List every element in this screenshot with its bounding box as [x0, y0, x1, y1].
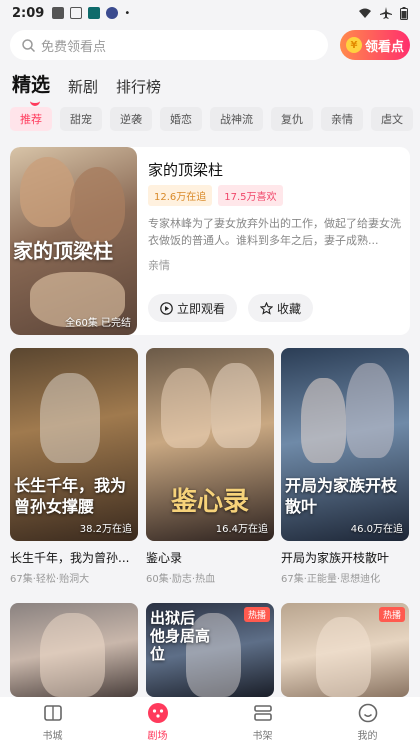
- drama-card[interactable]: 鉴心录 16.4万在追 鉴心录 60集·励志·热血: [146, 348, 274, 585]
- following-count: 46.0万在追: [350, 524, 403, 535]
- drama-meta: 67集·轻松·贻洞大: [10, 574, 90, 585]
- status-bar: 2:09 •: [0, 0, 420, 26]
- following-count-tag: 12.6万在追: [148, 185, 213, 206]
- chip-comeback[interactable]: 逆袭: [110, 107, 152, 131]
- collect-label: 收藏: [277, 301, 302, 316]
- nav-theater[interactable]: 剧场: [105, 697, 210, 747]
- app-icon-2: [106, 7, 119, 19]
- tab-featured[interactable]: 精选: [12, 70, 50, 106]
- poster-figure: [316, 617, 371, 697]
- poster-figure: [40, 373, 100, 463]
- drama-meta: 67集·正能量·思想迪化: [281, 574, 381, 585]
- airplane-icon: [380, 7, 392, 19]
- smile-icon: [357, 702, 379, 724]
- drama-card[interactable]: [10, 603, 138, 697]
- drama-genre: 亲情: [148, 259, 170, 272]
- search-input[interactable]: 免费领看点: [10, 30, 328, 60]
- star-icon: [260, 301, 273, 315]
- get-points-button[interactable]: ¥ 领看点: [340, 30, 410, 60]
- featured-poster[interactable]: 家的顶梁柱 全60集 已完结: [10, 147, 137, 335]
- watch-now-button[interactable]: 立即观看: [148, 294, 238, 322]
- nav-profile[interactable]: 我的: [315, 697, 420, 747]
- coin-icon: ¥: [345, 37, 362, 53]
- tab-new[interactable]: 新剧: [68, 76, 98, 97]
- following-count: 38.2万在追: [79, 524, 132, 535]
- chip-war-god[interactable]: 战神流: [210, 107, 263, 131]
- drama-poster[interactable]: 出狱后 他身居高位 热播: [146, 603, 274, 697]
- dot-icon: •: [124, 7, 131, 19]
- drama-poster[interactable]: 鉴心录 16.4万在追: [146, 348, 274, 541]
- likes-count-tag: 17.5万喜欢: [218, 185, 283, 206]
- chip-sweet[interactable]: 甜宠: [60, 107, 102, 131]
- chip-family[interactable]: 亲情: [321, 107, 363, 131]
- collect-button[interactable]: 收藏: [248, 294, 314, 322]
- nav-bookshelf[interactable]: 书架: [210, 697, 315, 747]
- drama-description: 专家林峰为了妻女放弃外出的工作，做起了给妻女洗衣做饭的普通人。谁料到多年之后，妻…: [148, 217, 401, 247]
- search-icon: [22, 38, 35, 52]
- play-icon: [160, 301, 173, 315]
- drama-poster[interactable]: 开局为家族开枝散叶 46.0万在追: [281, 348, 409, 541]
- bottom-navigation: 书城 剧场 书架 我的: [0, 697, 420, 747]
- genre-chips: 推荐 甜宠 逆袭 婚恋 战神流 复仇 亲情 虐文: [10, 107, 420, 133]
- search-placeholder: 免费领看点: [41, 39, 107, 55]
- nav-bookshelf-label: 书架: [252, 731, 273, 742]
- hot-badge: 热播: [378, 607, 405, 622]
- poster-figure: [40, 613, 105, 697]
- featured-drama-card[interactable]: 家的顶梁柱 全60集 已完结 家的顶梁柱 12.6万在追 17.5万喜欢 专家林…: [10, 147, 410, 335]
- following-count: 16.4万在追: [215, 524, 268, 535]
- drama-name: 长生千年，我为曾孙...: [10, 551, 130, 565]
- nav-theater-label: 剧场: [147, 731, 168, 742]
- poster-figure-2: [346, 363, 394, 458]
- status-time: 2:09: [12, 5, 45, 21]
- episode-status: 全60集 已完结: [65, 318, 131, 329]
- poster-title-art: 家的顶梁柱: [13, 239, 113, 263]
- drama-card[interactable]: 热播: [281, 603, 409, 697]
- chip-recommend[interactable]: 推荐: [10, 107, 52, 131]
- nav-bookstore[interactable]: 书城: [0, 697, 105, 747]
- poster-title-art: 长生千年，我为曾孙女撑腰: [14, 476, 127, 516]
- drama-meta: 60集·励志·热血: [146, 574, 216, 585]
- drama-tags: 12.6万在追 17.5万喜欢: [148, 185, 283, 206]
- tab-ranking[interactable]: 排行榜: [116, 76, 161, 97]
- top-tabs: 精选 新剧 排行榜: [12, 70, 161, 106]
- book-icon: [42, 702, 64, 724]
- drama-card[interactable]: 出狱后 他身居高位 热播: [146, 603, 274, 697]
- wifi-icon: [359, 8, 371, 18]
- poster-title-art: 鉴心录: [170, 487, 249, 517]
- poster-figure-2: [211, 363, 261, 448]
- drama-name: 鉴心录: [146, 551, 183, 565]
- poster-title-art: 出狱后 他身居高位: [150, 609, 211, 663]
- chip-revenge[interactable]: 复仇: [271, 107, 313, 131]
- chip-romance[interactable]: 婚恋: [160, 107, 202, 131]
- box-icon: [70, 7, 83, 19]
- get-points-label: 领看点: [364, 39, 404, 55]
- drama-poster[interactable]: 热播: [281, 603, 409, 697]
- nav-profile-label: 我的: [357, 731, 378, 742]
- poster-figure: [301, 378, 346, 463]
- watch-now-label: 立即观看: [177, 301, 226, 316]
- chip-tragic[interactable]: 虐文: [371, 107, 413, 131]
- drama-name: 开局为家族开枝散叶: [281, 551, 390, 565]
- poster-title-art: 开局为家族开枝散叶: [285, 476, 398, 516]
- poster-figure: [161, 368, 211, 448]
- poster-figure: [20, 157, 75, 227]
- nav-bookstore-label: 书城: [42, 731, 63, 742]
- app-icon: [88, 7, 101, 19]
- bookshelf-icon: [252, 702, 274, 724]
- hot-badge: 热播: [243, 607, 270, 622]
- drama-poster[interactable]: 长生千年，我为曾孙女撑腰 38.2万在追: [10, 348, 138, 541]
- poster-figure-2: [70, 167, 125, 242]
- drama-poster[interactable]: [10, 603, 138, 697]
- drama-title: 家的顶梁柱: [148, 161, 224, 179]
- drama-card[interactable]: 开局为家族开枝散叶 46.0万在追 开局为家族开枝散叶 67集·正能量·思想迪化: [281, 348, 409, 585]
- notification-icon: [52, 7, 65, 19]
- battery-icon: [400, 6, 408, 20]
- theater-icon: [147, 702, 169, 724]
- drama-card[interactable]: 长生千年，我为曾孙女撑腰 38.2万在追 长生千年，我为曾孙... 67集·轻松…: [10, 348, 138, 585]
